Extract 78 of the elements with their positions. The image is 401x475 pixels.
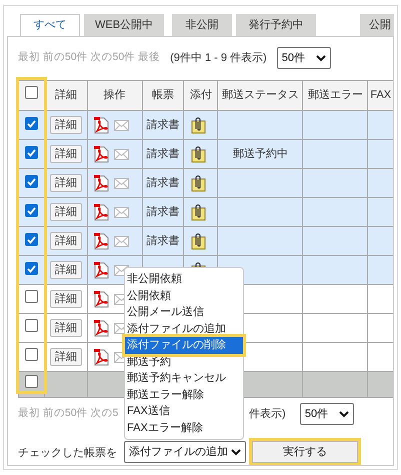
detail-button[interactable]: 詳細 bbox=[50, 290, 82, 308]
pdf-icon[interactable] bbox=[94, 146, 109, 162]
table-cell: 郵送予約中 bbox=[232, 148, 288, 160]
column-header: FAX bbox=[370, 89, 392, 102]
column-header: 郵送ステータス bbox=[220, 88, 300, 104]
paperclip-icon[interactable] bbox=[191, 204, 206, 220]
column-header: 帳票 bbox=[151, 88, 176, 104]
execute-button[interactable]: 実行する bbox=[252, 441, 358, 463]
checkbox[interactable] bbox=[24, 318, 38, 332]
table-row[interactable]: 詳細 請求書 bbox=[18, 226, 393, 256]
tab[interactable]: 非公開 bbox=[172, 14, 232, 36]
tab[interactable]: WEB公開中 bbox=[84, 14, 164, 36]
detail-button[interactable]: 詳細 bbox=[50, 232, 82, 250]
column-header: 詳細 bbox=[54, 88, 78, 104]
table-cell: 請求書 bbox=[146, 176, 180, 189]
pdf-icon[interactable] bbox=[94, 204, 109, 220]
checkbox[interactable] bbox=[24, 262, 38, 276]
table-cell: 請求書 bbox=[146, 206, 180, 218]
paperclip-icon[interactable] bbox=[191, 116, 206, 134]
page-info: 件表示) bbox=[249, 406, 287, 422]
pdf-icon[interactable] bbox=[94, 262, 109, 278]
table-cell: 請求書 bbox=[146, 118, 180, 131]
bulk-action-label: チェックした帳票を bbox=[18, 447, 117, 459]
detail-button[interactable]: 詳細 bbox=[50, 319, 82, 337]
pdf-icon[interactable] bbox=[94, 320, 109, 336]
dropdown-option[interactable]: 非公開依頼 bbox=[125, 271, 243, 288]
pdf-icon[interactable] bbox=[94, 232, 109, 250]
dropdown-option[interactable]: 郵送エラー解除 bbox=[125, 386, 243, 403]
pdf-icon[interactable] bbox=[94, 290, 109, 308]
column-header: 操作 bbox=[102, 88, 127, 104]
dropdown-option[interactable]: FAX送信 bbox=[125, 403, 243, 420]
chevron-down-icon bbox=[338, 410, 349, 418]
checkbox[interactable] bbox=[24, 86, 38, 100]
table-cell: 請求書 bbox=[146, 234, 180, 247]
checkbox[interactable] bbox=[24, 233, 38, 246]
dropdown-option[interactable]: FAXエラー解除 bbox=[125, 420, 243, 436]
detail-button[interactable]: 詳細 bbox=[50, 348, 82, 366]
tab[interactable]: すべて bbox=[20, 14, 80, 36]
per-page-select[interactable]: 50件 bbox=[300, 403, 354, 425]
table-row[interactable]: 詳細 請求書 bbox=[18, 168, 393, 198]
detail-button[interactable]: 詳細 bbox=[50, 145, 82, 163]
checkbox[interactable] bbox=[24, 375, 38, 388]
checkbox[interactable] bbox=[24, 290, 38, 303]
per-page-select[interactable]: 50件 bbox=[276, 47, 331, 69]
detail-button[interactable]: 詳細 bbox=[50, 116, 82, 134]
dropdown-option[interactable]: 公開依頼 bbox=[125, 288, 243, 304]
detail-button[interactable]: 詳細 bbox=[50, 261, 82, 279]
table-row[interactable]: 詳細 請求書 bbox=[18, 110, 393, 140]
action-select[interactable]: 添付ファイルの追加 bbox=[124, 441, 246, 463]
tab[interactable]: 発行予約中 bbox=[236, 14, 316, 36]
detail-button[interactable]: 詳細 bbox=[50, 203, 82, 221]
chevron-down-icon bbox=[231, 448, 241, 456]
checkbox[interactable] bbox=[24, 146, 38, 160]
paperclip-icon[interactable] bbox=[191, 174, 206, 192]
pdf-icon[interactable] bbox=[94, 116, 109, 134]
chevron-down-icon bbox=[316, 54, 326, 62]
dropdown-option[interactable]: 郵送予約キャンセル bbox=[125, 370, 243, 386]
dropdown-option[interactable]: 公開メール送信 bbox=[125, 304, 243, 320]
paperclip-icon[interactable] bbox=[191, 232, 206, 250]
dropdown-option[interactable]: 添付ファイルの削除 bbox=[125, 337, 243, 354]
pdf-icon[interactable] bbox=[94, 348, 109, 366]
column-header: 郵送エラー bbox=[306, 88, 364, 104]
column-header: 添付 bbox=[188, 88, 213, 104]
checkbox[interactable] bbox=[24, 204, 38, 218]
detail-button[interactable]: 詳細 bbox=[50, 174, 82, 192]
paperclip-icon[interactable] bbox=[191, 146, 206, 162]
checkbox[interactable] bbox=[24, 175, 38, 188]
pager-links: 最初 前の50件 次の5 bbox=[18, 406, 118, 422]
table-row[interactable]: 詳細 請求書 bbox=[18, 198, 393, 226]
checkbox[interactable] bbox=[24, 117, 38, 130]
dropdown-option[interactable]: 添付ファイルの追加 bbox=[125, 320, 243, 337]
table-row[interactable]: 詳細 請求書 郵送予約中 bbox=[18, 140, 393, 168]
pager-links: 最初 前の50件 次の50件 最後 bbox=[18, 50, 160, 66]
tab[interactable]: 公開 bbox=[360, 14, 394, 36]
checkbox[interactable] bbox=[24, 348, 38, 361]
pdf-icon[interactable] bbox=[94, 174, 109, 192]
table-cell: 請求書 bbox=[146, 148, 180, 160]
page-info: (9件中 1 - 9 件表示) bbox=[170, 50, 267, 66]
